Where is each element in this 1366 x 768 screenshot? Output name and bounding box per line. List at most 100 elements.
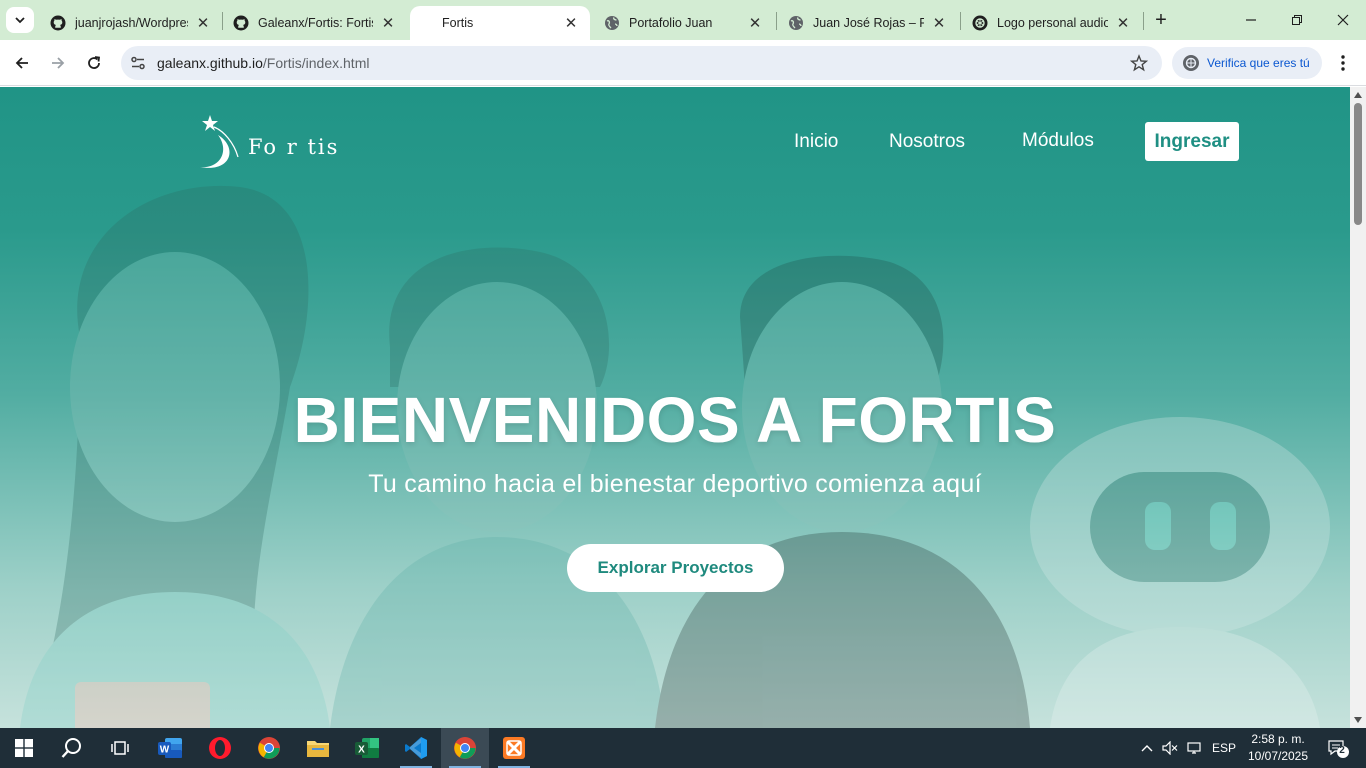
nav-inicio[interactable]: Inicio xyxy=(794,131,838,153)
volume-button[interactable] xyxy=(1160,728,1180,768)
close-tab-icon[interactable]: ✕ xyxy=(194,14,212,32)
clock-time: 2:58 p. m. xyxy=(1251,732,1305,746)
tab-logo-personal[interactable]: Logo personal audiov ✕ xyxy=(962,6,1142,40)
clock[interactable]: 2:58 p. m. 10/07/2025 xyxy=(1238,731,1318,765)
tab-wordpress[interactable]: juanjrojash/Wordpres ✕ xyxy=(40,6,222,40)
explore-projects-button[interactable]: Explorar Proyectos xyxy=(567,544,784,592)
close-tab-icon[interactable]: ✕ xyxy=(1114,14,1132,32)
svg-text:X: X xyxy=(358,745,365,756)
hero-title: BIENVENIDOS A FORTIS xyxy=(293,384,1057,456)
file-explorer-icon xyxy=(307,741,329,757)
chrome-icon xyxy=(454,737,476,759)
task-view-icon xyxy=(111,741,129,755)
hero-subtitle: Tu camino hacia el bienestar deportivo c… xyxy=(368,470,982,498)
site-settings-icon[interactable] xyxy=(129,54,147,72)
arrow-left-icon xyxy=(15,57,28,69)
opera-icon xyxy=(209,737,231,759)
tab-title: juanjrojash/Wordpres xyxy=(75,16,188,30)
brand-name: Fo r tis xyxy=(248,135,340,159)
blank-favicon xyxy=(420,15,442,31)
tab-separator xyxy=(776,12,777,30)
close-tab-icon[interactable]: ✕ xyxy=(379,14,397,32)
language-indicator[interactable]: ESP xyxy=(1209,728,1239,768)
openai-icon xyxy=(972,15,988,31)
restore-button[interactable] xyxy=(1274,0,1320,40)
notification-count: 2 xyxy=(1339,745,1345,756)
chrome-app-active[interactable] xyxy=(441,728,489,768)
tab-title: Galeanx/Fortis: Fortis xyxy=(258,16,373,30)
scroll-down-icon[interactable] xyxy=(1354,717,1362,723)
file-explorer-app[interactable] xyxy=(294,728,342,768)
close-window-button[interactable] xyxy=(1320,0,1366,40)
new-tab-button[interactable]: + xyxy=(1150,9,1172,31)
close-icon xyxy=(1337,14,1349,26)
tab-title: Juan José Rojas – Por xyxy=(813,16,924,30)
network-button[interactable] xyxy=(1185,728,1205,768)
minimize-button[interactable] xyxy=(1228,0,1274,40)
tab-fortis-repo[interactable]: Galeanx/Fortis: Fortis ✕ xyxy=(223,6,407,40)
close-tab-icon[interactable]: ✕ xyxy=(746,14,764,32)
page-scrollbar[interactable] xyxy=(1350,87,1366,728)
tab-juan-jose[interactable]: Juan José Rojas – Por ✕ xyxy=(778,6,958,40)
verify-identity-chip[interactable]: Verifica que eres tú xyxy=(1172,47,1322,79)
opera-app[interactable] xyxy=(196,728,244,768)
xampp-icon xyxy=(503,737,525,759)
scroll-thumb[interactable] xyxy=(1354,103,1362,225)
url-domain: galeanx.github.io xyxy=(157,55,263,71)
globe-icon xyxy=(788,15,804,31)
browser-menu-button[interactable] xyxy=(1333,52,1353,74)
page-viewport: Fo r tis Inicio Nosotros Módulos Ingresa… xyxy=(0,87,1350,728)
chrome-app[interactable] xyxy=(245,728,293,768)
svg-text:W: W xyxy=(160,745,170,756)
github-icon xyxy=(50,15,66,31)
globe-icon xyxy=(604,15,620,31)
tab-separator xyxy=(1143,12,1144,30)
url-path: /Fortis/index.html xyxy=(262,55,370,71)
arrow-right-icon xyxy=(52,57,65,69)
tab-search-button[interactable] xyxy=(6,7,34,33)
reload-button[interactable] xyxy=(80,49,108,77)
word-app[interactable]: W xyxy=(146,728,194,768)
chevron-up-icon xyxy=(1141,745,1153,752)
tab-title: Fortis xyxy=(442,16,474,30)
back-button[interactable] xyxy=(8,49,36,77)
clock-date: 10/07/2025 xyxy=(1247,749,1309,763)
minimize-icon xyxy=(1246,19,1256,21)
xampp-app[interactable] xyxy=(490,728,538,768)
forward-button[interactable] xyxy=(44,49,72,77)
reload-icon xyxy=(88,56,101,69)
tab-title: Logo personal audiov xyxy=(997,16,1108,30)
nav-nosotros[interactable]: Nosotros xyxy=(889,131,965,153)
windows-taskbar: W X ESP 2:58 p. m. 10/07/2025 2 xyxy=(0,728,1366,768)
browser-toolbar: galeanx.github.io/Fortis/index.html Veri… xyxy=(0,40,1366,86)
tab-fortis-active[interactable]: Fortis ✕ xyxy=(410,6,590,40)
github-icon xyxy=(233,15,249,31)
close-tab-icon[interactable]: ✕ xyxy=(930,14,948,32)
tab-title: Portafolio Juan xyxy=(629,16,713,30)
scroll-up-icon[interactable] xyxy=(1354,92,1362,98)
taskbar-search[interactable] xyxy=(48,728,96,768)
nav-modulos[interactable]: Módulos xyxy=(1022,130,1094,152)
excel-app[interactable]: X xyxy=(343,728,391,768)
search-icon xyxy=(61,738,81,758)
bookmark-star-icon[interactable] xyxy=(1130,54,1148,72)
url-text: galeanx.github.io/Fortis/index.html xyxy=(157,55,369,71)
notification-center-button[interactable]: 2 xyxy=(1320,728,1356,768)
volume-muted-icon xyxy=(1162,741,1178,755)
chevron-down-icon xyxy=(15,17,25,24)
word-icon: W xyxy=(158,738,182,758)
chrome-icon xyxy=(258,737,280,759)
tab-portafolio[interactable]: Portafolio Juan ✕ xyxy=(594,6,774,40)
login-button[interactable]: Ingresar xyxy=(1145,122,1239,161)
start-button[interactable] xyxy=(0,728,48,768)
address-bar[interactable]: galeanx.github.io/Fortis/index.html xyxy=(121,46,1162,80)
tab-separator xyxy=(960,12,961,30)
close-tab-icon[interactable]: ✕ xyxy=(562,14,580,32)
verify-label: Verifica que eres tú xyxy=(1207,56,1310,70)
start-icon xyxy=(15,739,33,757)
tray-overflow-button[interactable] xyxy=(1138,728,1156,768)
vscode-app[interactable] xyxy=(392,728,440,768)
task-view-button[interactable] xyxy=(96,728,144,768)
tab-strip: juanjrojash/Wordpres ✕ Galeanx/Fortis: F… xyxy=(0,0,1366,40)
shield-icon xyxy=(1183,55,1199,71)
